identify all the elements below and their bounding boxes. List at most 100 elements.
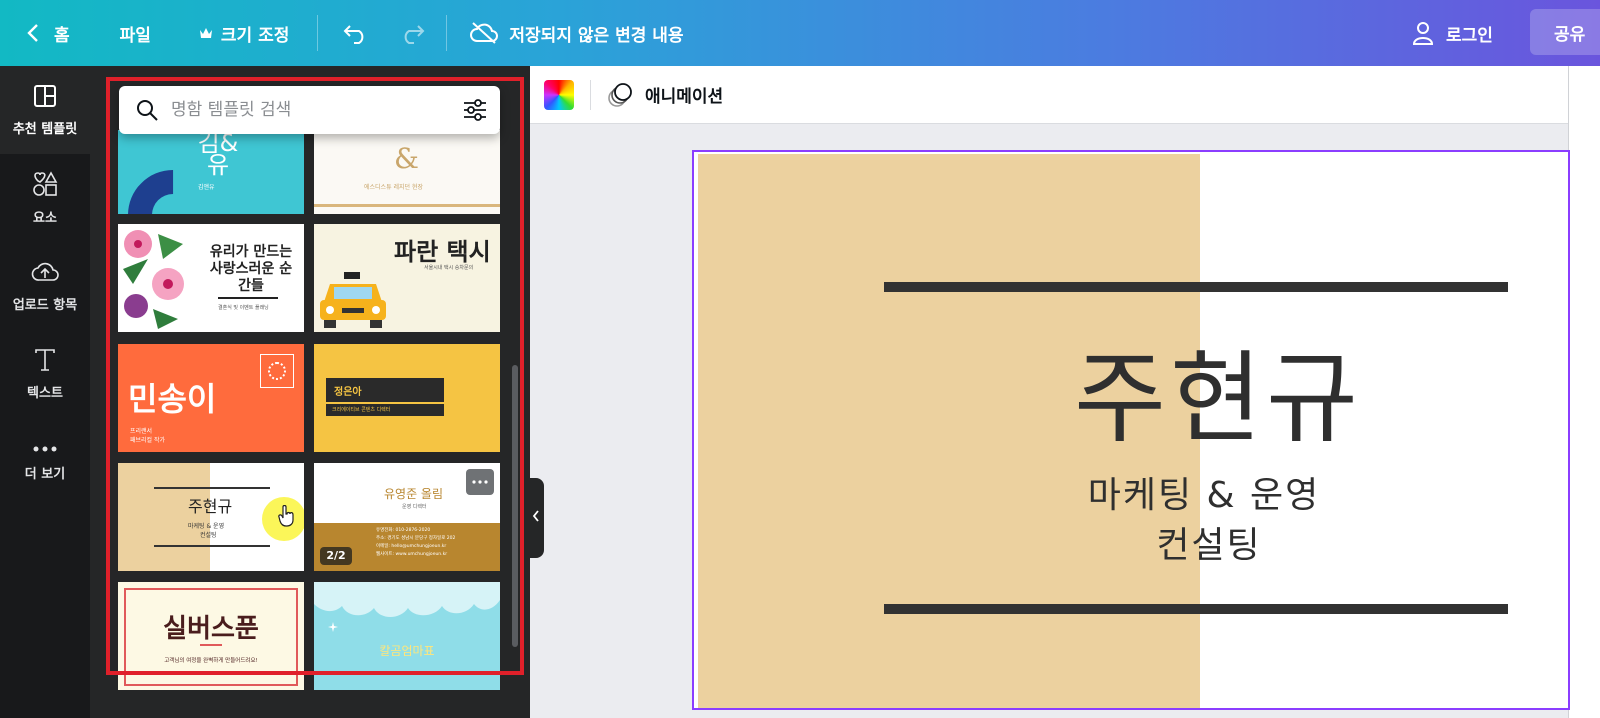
tile-ampersand: &	[394, 142, 419, 175]
cloud-slash-icon	[469, 21, 499, 45]
rail-item-uploads[interactable]: 업로드 항목	[0, 242, 90, 330]
tile-subtext: 고객님의 여정을 완벽하게 만들어드려요!	[164, 658, 258, 664]
template-tile[interactable]: 실버스푼 고객님의 여정을 완벽하게 만들어드려요!	[118, 582, 304, 690]
rail-item-text[interactable]: 텍스트	[0, 330, 90, 418]
redo-icon	[398, 22, 426, 44]
rail-label: 요소	[33, 210, 57, 226]
save-status-label: 저장되지 않은 변경 내용	[509, 25, 684, 46]
template-tile[interactable]: 유리가 만드는 사랑스러운 순간들 결혼식 및 이벤트 플래닝	[118, 224, 304, 332]
undo-button[interactable]	[342, 0, 370, 66]
top-bar: 홈 파일 크기 조정 저장되지 않은 변경 내용 로그인 공유	[0, 0, 1600, 66]
collapse-panel-button[interactable]	[528, 478, 544, 558]
flower-illustration	[123, 230, 184, 329]
search-input[interactable]	[171, 100, 451, 120]
template-tile[interactable]: 유영준 올림 운영 디렉터 유명전화: 010-2876-2020 주소: 경기…	[314, 463, 500, 571]
search-icon	[135, 98, 159, 122]
tile-more-button[interactable]	[466, 469, 494, 495]
tile-info-line: 유명전화: 010-2876-2020	[376, 528, 431, 533]
tile-title: 파란 택시	[394, 238, 491, 266]
undo-icon	[342, 22, 370, 44]
template-search-bar[interactable]	[119, 86, 500, 134]
template-tile[interactable]: 정은아 크리에이티브 콘텐츠 디렉터	[314, 344, 500, 452]
tile-rule	[314, 204, 500, 207]
tile-subtext: 에스디스튜 레지던 현장	[364, 184, 424, 191]
template-tile[interactable]: 주현규 마케팅 & 운영 컨설팅	[118, 463, 304, 571]
taxi-illustration	[320, 272, 386, 328]
tile-title: 칼곰엄마표	[379, 644, 435, 658]
template-tile[interactable]: 파란 택시 서울시내 택시 승차문의	[314, 224, 500, 332]
home-label: 홈	[54, 25, 70, 46]
tile-title: 주현규	[188, 497, 233, 516]
login-button[interactable]: 로그인	[1412, 0, 1493, 66]
rail-label: 더 보기	[24, 467, 66, 482]
design-top-rule	[884, 282, 1508, 292]
share-button[interactable]: 공유	[1530, 9, 1600, 55]
side-rail: 추천 템플릿 요소 업로드 항목 텍스트 더 보기	[0, 66, 90, 718]
tile-subtext: 운영 디렉터	[402, 504, 427, 510]
tile-title: 실버스푼	[163, 614, 259, 644]
tile-title: 유리가 만드는 사랑스러운 순간들	[209, 244, 293, 294]
tile-title: 김&유	[197, 130, 239, 179]
more-dots-icon	[472, 480, 488, 484]
tile-subtext: 마케팅 & 운영	[188, 523, 225, 530]
resize-label: 크기 조정	[220, 25, 290, 46]
share-label: 공유	[1554, 24, 1586, 45]
animation-icon	[607, 82, 633, 108]
file-label: 파일	[119, 25, 151, 46]
cloud-decoration	[314, 582, 500, 617]
rail-label: 업로드 항목	[12, 297, 78, 313]
tile-info-line: 주소: 경기도 성남시 분당구 정자일로 202	[376, 536, 456, 541]
home-button[interactable]: 홈	[26, 0, 70, 66]
color-picker-button[interactable]	[544, 79, 574, 110]
rail-label: 추천 템플릿	[12, 121, 78, 137]
chevron-left-icon	[532, 510, 540, 526]
editor-toolbar: 애니메이션	[530, 66, 1568, 124]
template-tile[interactable]: 칼곰엄마표	[314, 582, 500, 690]
right-panel-edge	[1568, 66, 1600, 718]
rail-item-more[interactable]: 더 보기	[0, 418, 90, 506]
redo-button[interactable]	[398, 0, 426, 66]
tile-rule	[218, 297, 278, 299]
tile-rule	[154, 487, 270, 489]
design-canvas[interactable]: 주현규 마케팅 & 운영 컨설팅	[692, 150, 1570, 710]
upload-icon	[31, 260, 59, 288]
divider	[317, 15, 319, 51]
tile-title: 민송이	[128, 380, 217, 418]
animation-button[interactable]: 애니메이션	[607, 82, 723, 108]
tile-subtext: 서울시내 택시 승차문의	[424, 265, 474, 271]
tile-emblem	[260, 354, 294, 388]
tile-tan-block	[118, 463, 210, 571]
page-count-badge: 2/2	[320, 547, 352, 565]
design-bottom-rule	[884, 604, 1508, 614]
rail-item-templates[interactable]: 추천 템플릿	[0, 66, 90, 154]
tile-subtext: 프리랜서	[130, 428, 153, 435]
chevron-left-icon	[26, 23, 40, 43]
rail-item-elements[interactable]: 요소	[0, 154, 90, 242]
design-title-line2[interactable]: 컨설팅	[1084, 522, 1334, 570]
filter-icon[interactable]	[462, 99, 488, 121]
template-tile[interactable]: & 에스디스튜 레지던 현장	[314, 130, 500, 214]
tile-subtext: 패브리컬 작가	[130, 437, 166, 444]
template-tile[interactable]: 민송이 프리랜서 패브리컬 작가	[118, 344, 304, 452]
rail-label: 텍스트	[27, 385, 63, 401]
tile-info-line: 웹사이트: www.umchungjoeun.kr	[376, 552, 448, 557]
template-tile[interactable]: 김&유 김앤유	[118, 130, 304, 214]
design-title-line1[interactable]: 마케팅 & 운영	[1074, 472, 1334, 520]
tile-subtext: 결혼식 및 이벤트 플래닝	[218, 305, 269, 311]
tile-rule	[200, 644, 222, 646]
design-name-text[interactable]: 주현규	[1074, 317, 1362, 462]
elements-icon	[32, 170, 58, 201]
panel-scrollbar[interactable]	[512, 365, 518, 647]
tile-name-bar: 정은아	[326, 378, 444, 402]
user-icon	[1412, 21, 1434, 45]
tile-subtext: 크리에이티브 콘텐츠 디렉터	[332, 407, 391, 413]
tile-rule	[154, 545, 270, 547]
save-status[interactable]: 저장되지 않은 변경 내용	[469, 0, 684, 66]
text-icon	[34, 348, 56, 376]
file-menu-button[interactable]: 파일	[120, 0, 151, 66]
divider	[446, 15, 448, 51]
crown-icon	[199, 27, 213, 39]
hand-cursor-icon	[278, 505, 294, 527]
resize-button[interactable]: 크기 조정	[199, 0, 289, 66]
tile-info-line: 이메일: hello@umchungjoeun.kr	[376, 544, 447, 549]
